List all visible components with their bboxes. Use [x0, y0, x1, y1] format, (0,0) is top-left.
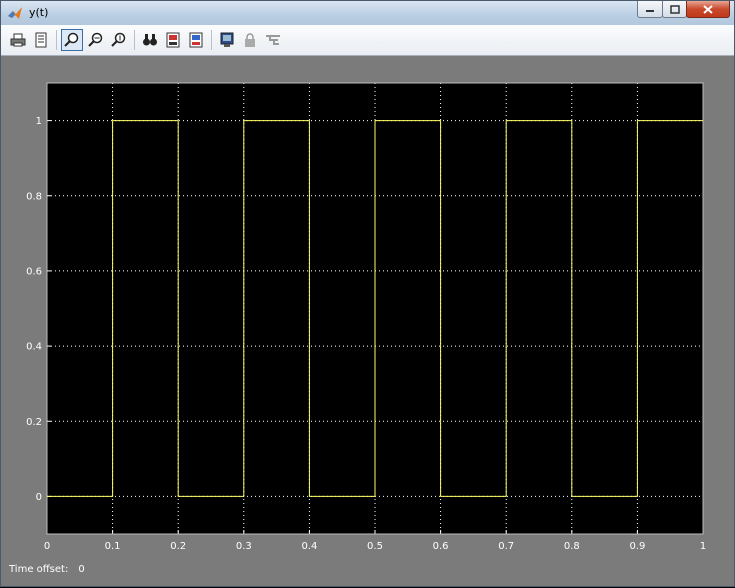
scope-chart: 0 0.1 0.2 0.3 0.4 0.5 0.6 0.7 0.8 0.9 1 0 0.2 0.4 0.6 0…	[26, 82, 706, 552]
time-offset-value: 0	[78, 564, 85, 575]
x-tick-label: 0.8	[564, 541, 580, 552]
x-tick-label: 0.4	[301, 541, 317, 552]
x-tick-label: 0.5	[367, 541, 383, 552]
time-offset-label: Time offset:	[9, 564, 69, 575]
status-bar: Time offset: 0	[9, 564, 85, 575]
x-tick-label: 0	[44, 541, 50, 552]
y-tick-label: 0.6	[26, 266, 42, 277]
scope-window: y(t) 0 0.1 0.2 0.3 0.4 0.5 0.6 0.7 0.8 0…	[0, 0, 735, 587]
x-tick-label: 1	[700, 541, 706, 552]
y-tick-label: 0.8	[26, 191, 42, 202]
x-tick-label: 0.9	[629, 541, 645, 552]
x-tick-label: 0.3	[236, 541, 252, 552]
x-tick-label: 0.7	[498, 541, 514, 552]
y-tick-label: 0.4	[26, 342, 42, 353]
x-tick-label: 0.1	[105, 541, 121, 552]
x-tick-label: 0.6	[433, 541, 449, 552]
x-tick-label: 0.2	[170, 541, 186, 552]
y-tick-label: 1	[36, 116, 42, 127]
y-tick-label: 0	[36, 492, 42, 503]
y-tick-label: 0.2	[26, 417, 42, 428]
